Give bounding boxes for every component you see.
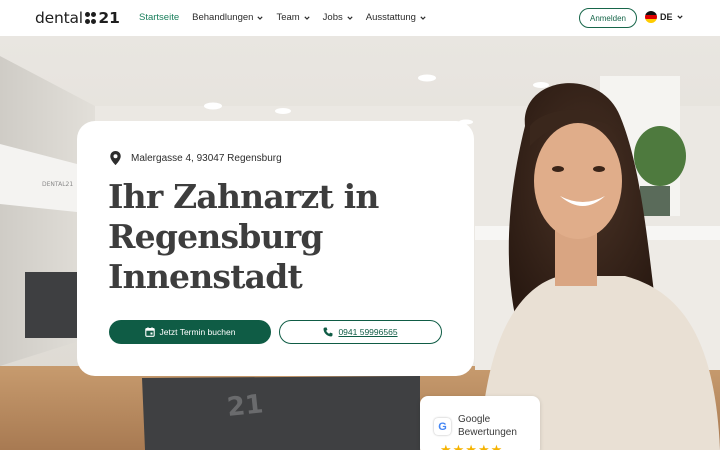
nav-item-label: Jobs	[322, 12, 343, 23]
german-flag-icon	[645, 11, 657, 23]
chevron-down-icon	[676, 15, 683, 19]
nav-item-jobs[interactable]: Jobs	[323, 12, 353, 23]
nav-item-startseite[interactable]: Startseite	[139, 12, 179, 23]
nav-item-behandlungen[interactable]: Behandlungen	[192, 12, 264, 23]
hero-card: Malergasse 4, 93047 Regensburg Ihr Zahna…	[77, 121, 474, 376]
nav-item-team[interactable]: Team	[276, 12, 310, 23]
phone-button[interactable]: 0941 59996565	[279, 320, 442, 344]
logo-number: 21	[98, 9, 120, 27]
google-reviews-badge[interactable]: G Google Bewertungen ★★★★★	[420, 396, 540, 450]
main-nav: Startseite Behandlungen Team Jobs Aussta…	[139, 12, 439, 23]
nav-item-label: Ausstattung	[365, 12, 416, 23]
cta-label: Jetzt Termin buchen	[159, 327, 236, 337]
headline-line: Ihr Zahnarzt in	[108, 177, 379, 216]
phone-number: 0941 59996565	[338, 327, 398, 337]
nav-item-label: Behandlungen	[192, 12, 254, 23]
location-pin-icon	[110, 151, 121, 165]
google-label: Google	[458, 414, 491, 425]
star-rating: ★★★★★	[440, 442, 504, 450]
wall-sign-text: DENTAL21	[42, 181, 73, 188]
top-header: dental 21 Startseite Behandlungen Team J…	[0, 0, 720, 36]
address-text: Malergasse 4, 93047 Regensburg	[131, 152, 282, 164]
headline-line: Regensburg	[108, 217, 323, 256]
logo-text: dental	[35, 9, 83, 27]
chevron-down-icon	[304, 15, 310, 20]
headline-line: Innenstadt	[108, 257, 303, 296]
google-g-icon: G	[434, 418, 451, 435]
phone-icon	[323, 327, 333, 337]
chevron-down-icon	[347, 15, 353, 20]
page-title: Ihr Zahnarzt in Regensburg Innenstadt	[108, 177, 448, 297]
language-label: DE	[660, 12, 673, 22]
google-reviews-text: Google Bewertungen	[458, 413, 517, 439]
book-appointment-button[interactable]: Jetzt Termin buchen	[109, 320, 271, 344]
nav-item-label: Team	[276, 12, 300, 23]
address: Malergasse 4, 93047 Regensburg	[110, 151, 282, 165]
chevron-down-icon	[420, 15, 426, 20]
reviews-label: Bewertungen	[458, 427, 517, 438]
nav-item-ausstattung[interactable]: Ausstattung	[366, 12, 426, 23]
login-button[interactable]: Anmelden	[579, 8, 637, 28]
nav-item-label: Startseite	[139, 12, 180, 23]
mat-number: 21	[226, 389, 265, 423]
language-selector[interactable]: DE	[645, 11, 683, 23]
logo-dots-icon	[84, 12, 97, 24]
calendar-icon	[144, 327, 155, 337]
hero-section: DENTAL21 21 Malergasse 4, 93047 Regensbu…	[0, 36, 720, 450]
chevron-down-icon	[257, 15, 264, 20]
logo[interactable]: dental 21	[35, 9, 120, 27]
